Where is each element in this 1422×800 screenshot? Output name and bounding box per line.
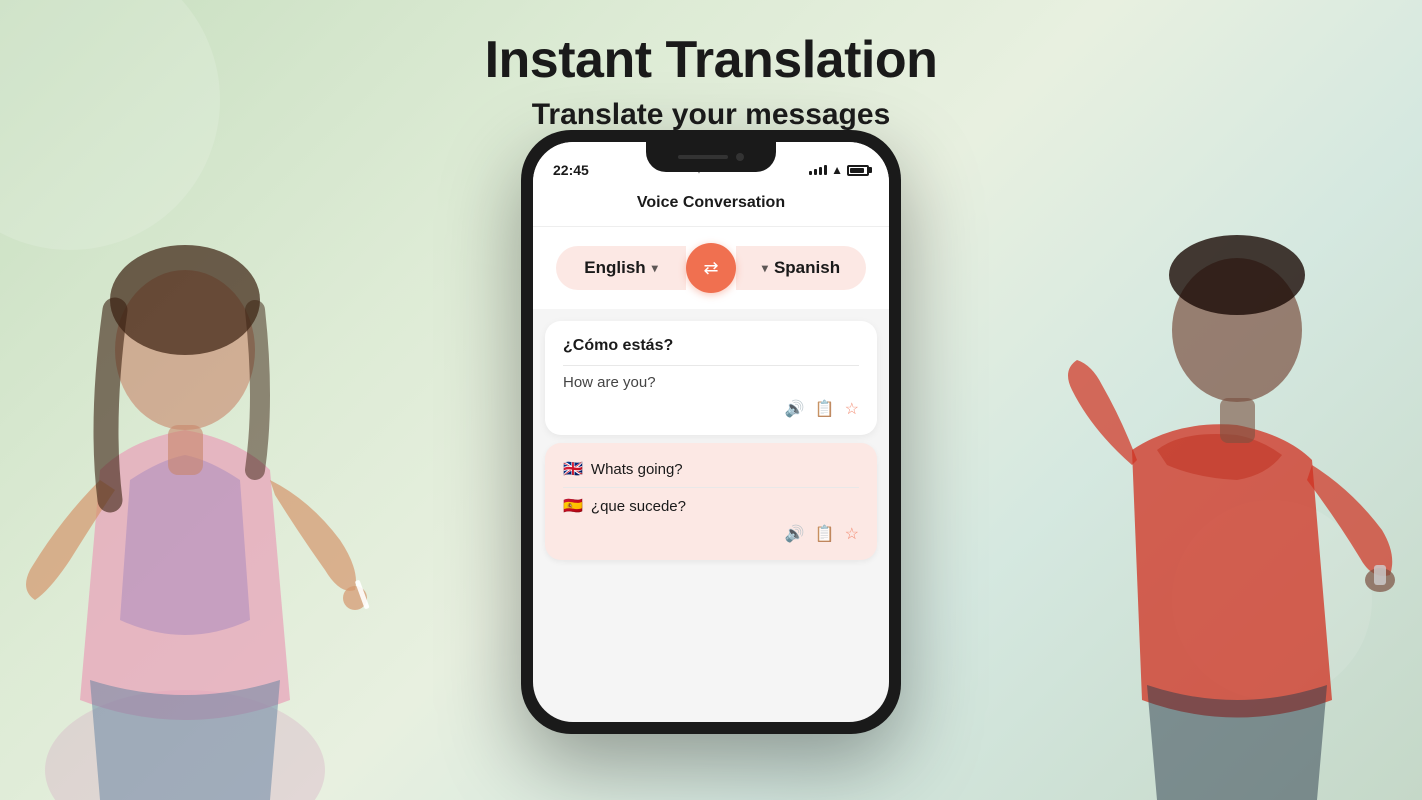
subtitle: Translate your messages xyxy=(0,98,1422,132)
copy-action-icon[interactable]: 📋 xyxy=(815,399,835,419)
lang-right-label: Spanish xyxy=(774,258,840,278)
message-actions-1: 🔊 📋 ☆ xyxy=(563,399,859,419)
app-header: Voice Conversation xyxy=(533,186,889,227)
man-figure xyxy=(1002,120,1422,800)
swap-languages-button[interactable]: ⇄ xyxy=(686,243,736,293)
star-action-icon-2[interactable]: ☆ xyxy=(845,524,859,544)
message-divider-2 xyxy=(563,487,859,488)
main-title: Instant Translation xyxy=(0,30,1422,90)
lang-left-label: English xyxy=(584,258,645,278)
message-bubble-2: 🇬🇧 Whats going? 🇪🇸 ¿que sucede? 🔊 📋 ☆ xyxy=(545,443,877,560)
lang-left-chevron: ▾ xyxy=(652,261,658,275)
language-selector[interactable]: English ▾ ⇄ ▾ Spanish xyxy=(533,227,889,309)
language-right-pill[interactable]: ▾ Spanish xyxy=(736,246,866,290)
flag-uk-icon: 🇬🇧 xyxy=(563,459,583,479)
lang-right-chevron: ▾ xyxy=(762,261,768,275)
message-secondary-text-1: How are you? xyxy=(563,374,859,391)
phone-container: 22:45 ✦ ▲ Voice Conversat xyxy=(521,130,901,734)
message-bubble-1: ¿Cómo estás? How are you? 🔊 📋 ☆ xyxy=(545,321,877,435)
phone-frame: 22:45 ✦ ▲ Voice Conversat xyxy=(521,130,901,734)
message-left-secondary: ¿que sucede? xyxy=(591,498,686,515)
phone-screen: 22:45 ✦ ▲ Voice Conversat xyxy=(533,142,889,722)
message-row-2a: 🇬🇧 Whats going? xyxy=(563,459,859,479)
app-title: Voice Conversation xyxy=(637,194,785,211)
header-section: Instant Translation Translate your messa… xyxy=(0,30,1422,132)
message-left-primary: Whats going? xyxy=(591,461,683,478)
phone-notch xyxy=(646,142,776,172)
copy-action-icon-2[interactable]: 📋 xyxy=(815,524,835,544)
message-divider-1 xyxy=(563,365,859,366)
flag-spain-icon: 🇪🇸 xyxy=(563,496,583,516)
message-row-2b: 🇪🇸 ¿que sucede? xyxy=(563,496,859,516)
wifi-icon: ▲ xyxy=(831,163,843,177)
message-primary-text-1: ¿Cómo estás? xyxy=(563,337,859,355)
language-left-pill[interactable]: English ▾ xyxy=(556,246,686,290)
speaker-action-icon[interactable]: 🔊 xyxy=(785,399,805,419)
status-time: 22:45 xyxy=(553,162,589,178)
chat-area: ¿Cómo estás? How are you? 🔊 📋 ☆ 🇬🇧 Whats… xyxy=(533,309,889,580)
speaker-action-icon-2[interactable]: 🔊 xyxy=(785,524,805,544)
message-actions-2: 🔊 📋 ☆ xyxy=(563,524,859,544)
battery-icon xyxy=(847,165,869,176)
swap-icon: ⇄ xyxy=(703,258,718,279)
woman-figure xyxy=(0,120,420,800)
signal-bars xyxy=(809,165,827,175)
status-icons: ▲ xyxy=(809,163,869,177)
star-action-icon[interactable]: ☆ xyxy=(845,399,859,419)
